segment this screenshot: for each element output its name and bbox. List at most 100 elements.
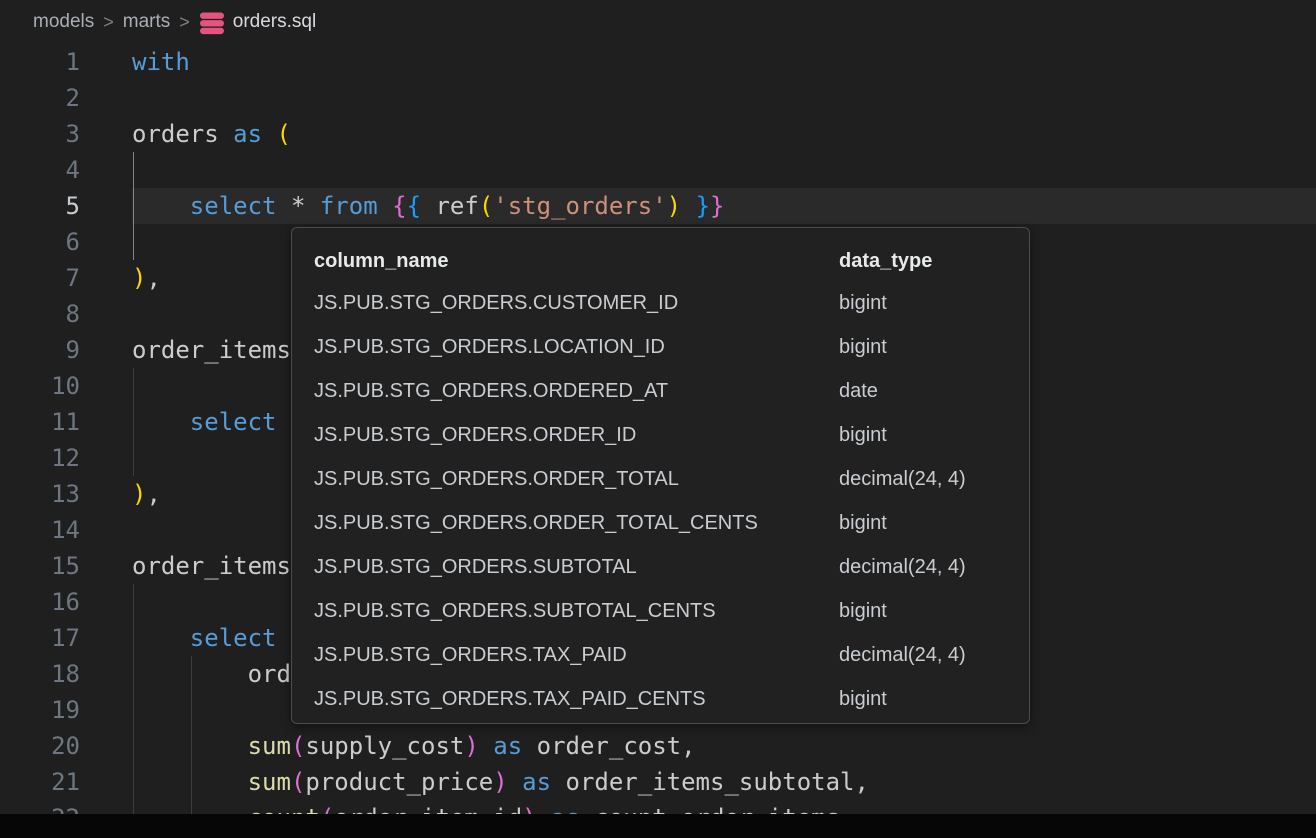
code-line[interactable]: 20 sum(supply_cost) as order_cost, [0,728,1316,764]
token-pl: order_cost, [522,732,695,760]
token-b2: { [392,192,406,220]
window-bottom-edge [0,814,1316,838]
code-text: with [132,44,190,80]
column-name-cell: JS.PUB.STG_ORDERS.TAX_PAID [314,633,627,677]
code-line[interactable]: 1 with [0,44,1316,80]
line-number[interactable]: 1 [0,44,80,80]
table-row: JS.PUB.STG_ORDERS.TAX_PAID decimal(24, 4) [292,633,1029,677]
line-number[interactable]: 4 [0,152,80,188]
token-pl [132,192,190,220]
breadcrumb: models>marts>orders.sql [0,0,1316,44]
data-type-cell: bigint [839,281,887,325]
data-type-cell: bigint [839,677,887,721]
table-row: JS.PUB.STG_ORDERS.ORDER_TOTALdecimal(24,… [292,457,1029,501]
indent-guide [133,368,134,404]
token-b1: ) [667,192,681,220]
token-b1: ( [479,192,493,220]
indent-guide [133,440,134,476]
code-text: select [132,404,277,440]
breadcrumb-item-file[interactable]: orders.sql [199,9,316,36]
code-text: ord [132,656,291,692]
token-pl: * [277,192,320,220]
token-b2: ( [291,732,305,760]
token-kw: as [493,732,522,760]
token-kw: select [190,192,277,220]
data-type-cell: decimal(24, 4) [839,633,966,677]
code-line[interactable]: 2 [0,80,1316,116]
table-row: JS.PUB.STG_ORDERS.TAX_PAID_CENTS bigint [292,677,1029,721]
data-type-cell: decimal(24, 4) [839,545,966,589]
line-number[interactable]: 6 [0,224,80,260]
indent-guide [191,692,192,728]
token-pl [132,732,248,760]
chevron-separator: > [170,12,199,33]
token-b2: ) [464,732,478,760]
line-number[interactable]: 21 [0,764,80,800]
token-str: 'stg_orders' [493,192,666,220]
data-type-cell: bigint [839,501,887,545]
token-kw: as [233,120,262,148]
line-number[interactable]: 2 [0,80,80,116]
token-fn: sum [248,732,291,760]
data-type-cell: bigint [839,589,887,633]
code-line[interactable]: 21 sum(product_price) as order_items_sub… [0,764,1316,800]
line-number[interactable]: 9 [0,332,80,368]
data-type-cell: decimal(24, 4) [839,457,966,501]
line-number[interactable]: 19 [0,692,80,728]
token-kw: select [190,408,277,436]
breadcrumb-item-models[interactable]: models [33,11,94,33]
token-pl: orders [132,120,233,148]
code-line[interactable]: 3 orders as ( [0,116,1316,152]
line-number[interactable]: 12 [0,440,80,476]
indent-guide [133,584,134,620]
line-number[interactable]: 8 [0,296,80,332]
hover-popup: column_name data_type JS.PUB.STG_ORDERS.… [291,227,1030,724]
line-number[interactable]: 20 [0,728,80,764]
token-pl [262,120,276,148]
line-number[interactable]: 10 [0,368,80,404]
code-text: ), [132,260,161,296]
line-number[interactable]: 7 [0,260,80,296]
column-name-cell: JS.PUB.STG_ORDERS.SUBTOTAL_CENTS [314,589,716,633]
token-pl: supply_cost [305,732,464,760]
token-pl: product_price [305,768,493,796]
line-number[interactable]: 3 [0,116,80,152]
token-pl: ord [132,660,291,688]
table-row: JS.PUB.STG_ORDERS.CUSTOMER_IDbigint [292,281,1029,325]
token-b1: ( [277,120,291,148]
token-pl: order_items [132,552,291,580]
code-line[interactable]: 4 [0,152,1316,188]
token-b2: ) [493,768,507,796]
token-b2: ( [291,768,305,796]
column-name-cell: JS.PUB.STG_ORDERS.TAX_PAID_CENTS [314,677,706,721]
line-number[interactable]: 18 [0,656,80,692]
line-number[interactable]: 16 [0,584,80,620]
column-name-header: column_name [314,241,448,281]
column-name-cell: JS.PUB.STG_ORDERS.ORDERED_AT [314,369,668,413]
line-number[interactable]: 15 [0,548,80,584]
token-pl: , [146,264,160,292]
line-number[interactable]: 13 [0,476,80,512]
column-name-cell: JS.PUB.STG_ORDERS.LOCATION_ID [314,325,665,369]
token-kw: with [132,48,190,76]
data-type-header: data_type [839,241,932,281]
chevron-separator: > [94,12,123,33]
code-line[interactable]: 5 select * from {{ ref('stg_orders') }} [0,188,1316,224]
column-name-cell: JS.PUB.STG_ORDERS.ORDER_ID [314,413,636,457]
breadcrumb-item-marts[interactable]: marts [123,11,171,33]
code-text: order_items [132,332,291,368]
token-b1: ) [132,480,146,508]
table-row: JS.PUB.STG_ORDERS.SUBTOTAL_CENTS bigint [292,589,1029,633]
token-b3: } [696,192,710,220]
token-b1: ) [132,264,146,292]
line-number[interactable]: 5 [0,188,80,224]
line-number[interactable]: 14 [0,512,80,548]
token-kw: select [190,624,277,652]
token-pl [508,768,522,796]
line-number[interactable]: 11 [0,404,80,440]
code-text: select * from {{ ref('stg_orders') }} [132,188,724,224]
line-number[interactable]: 17 [0,620,80,656]
table-row: JS.PUB.STG_ORDERS.SUBTOTALdecimal(24, 4) [292,545,1029,589]
indent-guide [133,692,134,728]
token-pl: , [146,480,160,508]
